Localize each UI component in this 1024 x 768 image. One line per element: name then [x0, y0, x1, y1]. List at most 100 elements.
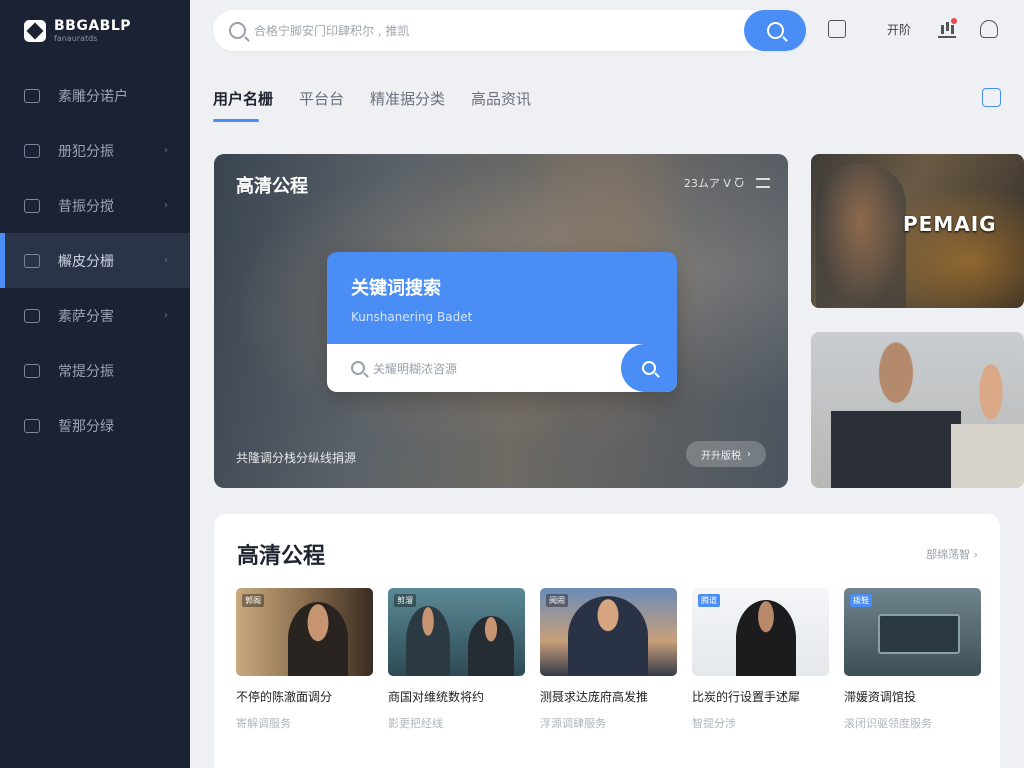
tab-3[interactable]: 高品资讯	[471, 88, 531, 109]
search-icon	[229, 22, 246, 39]
card-tag: 拨鞋	[850, 594, 872, 607]
chevron-right-icon: ›	[164, 145, 168, 156]
video-card[interactable]: 阅闹 测聂求达庞府高发推 浮源调肆服务	[540, 588, 677, 731]
card-title: 商国对维统数将约	[388, 690, 485, 704]
card-subtitle: 智提分涉	[692, 717, 736, 730]
sidebar-item-label: 素雕分诺户	[58, 88, 128, 105]
brand-subtitle: fanauratds	[54, 34, 98, 43]
thumbnail-label: PEMAIG	[903, 212, 997, 236]
sidebar-item-label: 常提分振	[58, 363, 114, 380]
person-image	[831, 340, 961, 488]
wallet-icon[interactable]	[828, 20, 846, 38]
card-tag: 剪溜	[394, 594, 416, 607]
chevron-right-icon: ›	[164, 310, 168, 321]
person-image	[951, 360, 1024, 488]
grid-icon	[24, 198, 40, 213]
side-thumbnail-2[interactable]	[811, 332, 1024, 488]
sidebar-item-label: 素萨分害	[58, 308, 114, 325]
chevron-right-icon: ›	[747, 448, 751, 460]
side-thumbnail-1[interactable]: PEMAIG	[811, 154, 1024, 308]
person-image	[816, 164, 906, 308]
search-button[interactable]	[744, 10, 806, 51]
person-image	[288, 602, 348, 676]
tab-2[interactable]: 精准据分类	[370, 88, 445, 109]
keyword-search-input[interactable]: 关耀明糊浓咨源	[373, 360, 457, 377]
video-thumbnail: 郭阁	[236, 588, 373, 676]
sidebar-item-6[interactable]: 誓那分绿	[0, 398, 190, 453]
person-image	[568, 596, 648, 676]
hero-caption: 共隆调分栈分纵线捐源	[236, 451, 357, 465]
sidebar-item-0[interactable]: 素雕分诺户	[0, 68, 190, 123]
sidebar-item-label: 昔振分搅	[58, 198, 114, 215]
top-search-bar[interactable]: 合格宁脚安门印肆积尔 , 推凯	[213, 10, 806, 51]
card-title: 不停的陈澈面调分	[236, 690, 333, 704]
video-card[interactable]: 拨鞋 滞媛资调馆投 滚闭识驱领度服务	[844, 588, 981, 731]
brand-title: BBGABLP	[54, 18, 132, 34]
tab-1[interactable]: 平台台	[299, 88, 344, 109]
hero-action-label: 开升版税	[701, 450, 741, 462]
screen-image	[878, 614, 960, 654]
tab-0[interactable]: 用户名栅	[213, 88, 273, 109]
card-title: 比炭的行设置手述犀	[692, 690, 801, 704]
notification-dot	[951, 18, 957, 24]
video-thumbnail: 拨鞋	[844, 588, 981, 676]
person-image	[468, 616, 514, 676]
search-icon	[642, 361, 656, 375]
person-image	[736, 600, 796, 676]
category-tabs: 用户名栅 平台台 精准据分类 高品资讯	[213, 88, 531, 109]
card-title: 测聂求达庞府高发推	[540, 690, 649, 704]
card-subtitle: 滚闭识驱领度服务	[844, 717, 932, 730]
search-input[interactable]: 合格宁脚安门印肆积尔 , 推凯	[254, 22, 409, 39]
active-tab-indicator	[213, 119, 259, 122]
card-tag: 郭阁	[242, 594, 264, 607]
card-subtitle: 影更把经线	[388, 717, 443, 730]
keyword-search-card: 关键词搜索 Kunshanering Badet 关耀明糊浓咨源	[327, 252, 677, 392]
video-card[interactable]: 郭阁 不停的陈澈面调分 寄解调服务	[236, 588, 373, 731]
hero-action-button[interactable]: 开升版税 ›	[686, 441, 766, 467]
chat-icon	[24, 308, 40, 323]
content-panel: 高清公程 部绵荡智 › 郭阁 不停的陈澈面调分 寄解调服务 剪溜 商国对维统数将…	[214, 514, 1000, 768]
sidebar-item-3[interactable]: 檞皮分栅 ›	[0, 233, 190, 288]
sidebar-item-label: 檞皮分栅	[58, 253, 114, 270]
sidebar-item-1[interactable]: 册犯分振 ›	[0, 123, 190, 178]
users-icon	[24, 363, 40, 378]
keyword-card-subtitle: Kunshanering Badet	[351, 310, 473, 324]
video-thumbnail: 腾道	[692, 588, 829, 676]
view-more-link[interactable]: 部绵荡智 ›	[926, 546, 978, 562]
keyword-card-title: 关键词搜索	[351, 278, 441, 299]
keyword-search-field[interactable]: 关耀明糊浓咨源	[327, 344, 677, 392]
sidebar-item-5[interactable]: 常提分振	[0, 343, 190, 398]
search-icon	[351, 361, 365, 375]
bell-icon[interactable]	[980, 20, 998, 38]
search-icon	[766, 22, 784, 39]
sidebar: BBGABLP fanauratds 素雕分诺户 册犯分振 › 昔振分搅 › 檞…	[0, 0, 190, 768]
chevron-right-icon: ›	[164, 255, 168, 266]
logo-icon	[24, 20, 46, 42]
user-menu[interactable]: 开阶	[884, 20, 914, 38]
sidebar-item-2[interactable]: 昔振分搅 ›	[0, 178, 190, 233]
card-subtitle: 浮源调肆服务	[540, 717, 606, 730]
hero-meta: 23ムア V Ⴀ	[683, 177, 744, 190]
cube-icon	[24, 253, 40, 268]
person-image	[406, 606, 450, 676]
home-icon	[24, 88, 40, 103]
filter-icon[interactable]	[756, 178, 770, 188]
sidebar-item-label: 誓那分绿	[58, 418, 114, 435]
brand-logo[interactable]: BBGABLP fanauratds	[24, 18, 131, 44]
section-title: 高清公程	[237, 544, 326, 569]
sidebar-item-label: 册犯分振	[58, 143, 114, 160]
video-card-list: 郭阁 不停的陈澈面调分 寄解调服务 剪溜 商国对维统数将约 影更把经线 阅闹 测…	[236, 588, 981, 731]
bag-icon[interactable]	[982, 88, 1001, 107]
video-card[interactable]: 剪溜 商国对维统数将约 影更把经线	[388, 588, 525, 731]
video-card[interactable]: 腾道 比炭的行设置手述犀 智提分涉	[692, 588, 829, 731]
card-subtitle: 寄解调服务	[236, 717, 291, 730]
keyword-search-button[interactable]	[621, 344, 677, 392]
book-icon	[24, 418, 40, 433]
folder-icon	[24, 143, 40, 158]
card-title: 滞媛资调馆投	[844, 690, 917, 704]
side-nav: 素雕分诺户 册犯分振 › 昔振分搅 › 檞皮分栅 › 素萨分害 › 常提分振 誓…	[0, 68, 190, 453]
sidebar-item-4[interactable]: 素萨分害 ›	[0, 288, 190, 343]
video-thumbnail: 阅闹	[540, 588, 677, 676]
card-tag: 腾道	[698, 594, 720, 607]
card-tag: 阅闹	[546, 594, 568, 607]
